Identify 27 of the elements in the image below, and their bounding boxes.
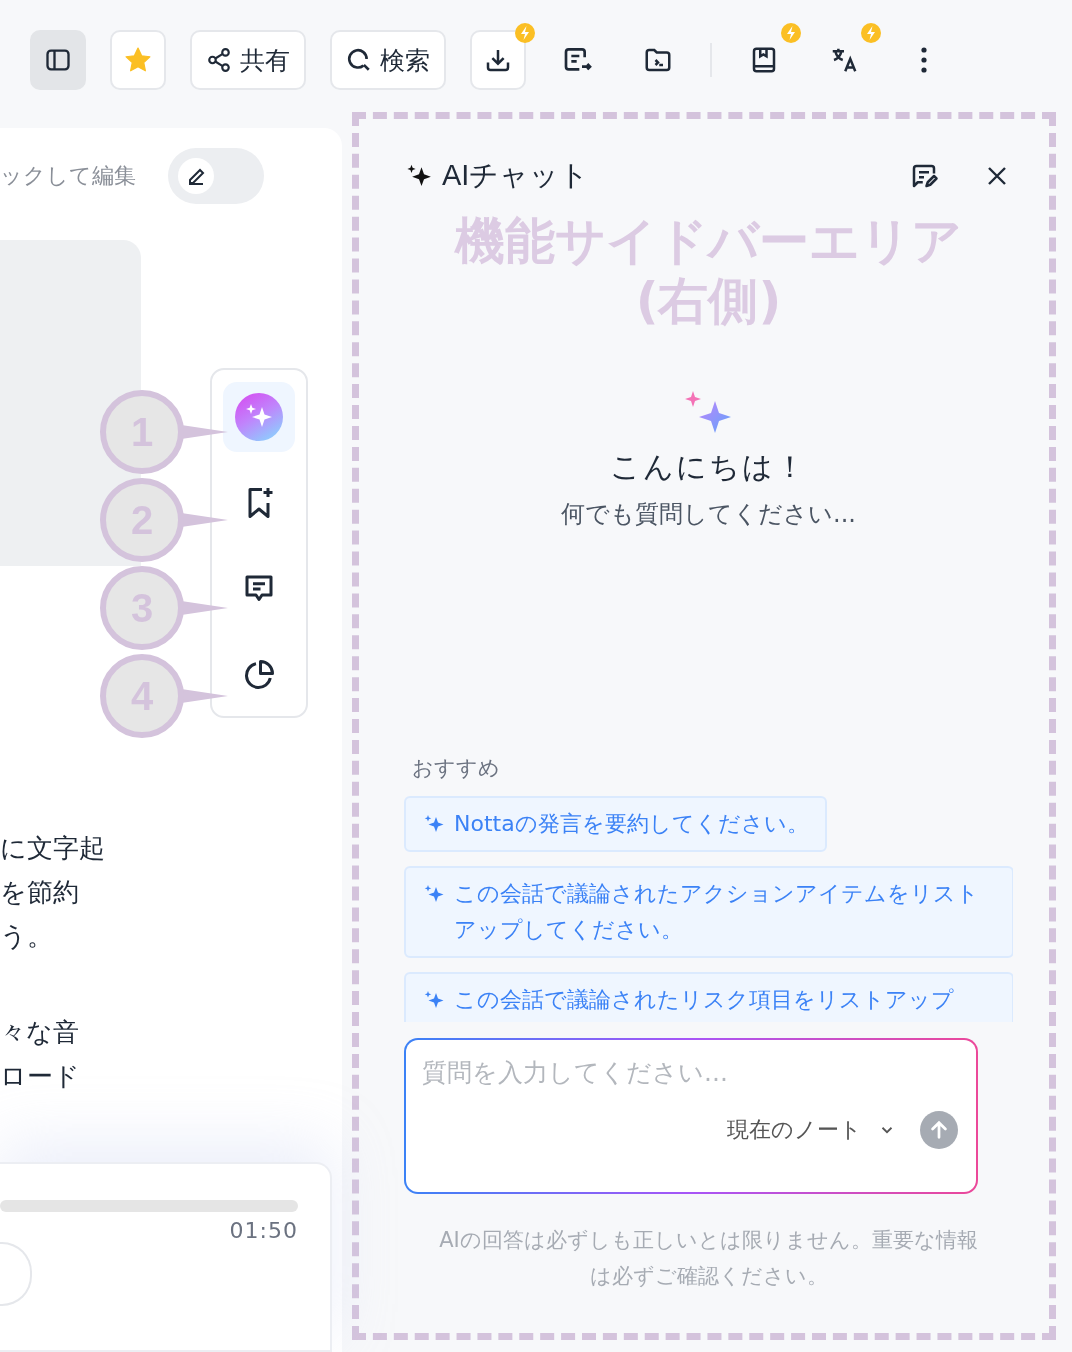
prompt-text: 何でも質問してください... [561, 499, 856, 530]
note-text-line: を節約 [0, 876, 79, 909]
greeting: こんにちは！ [610, 448, 807, 486]
scope-dropdown[interactable]: 現在のノート [727, 1115, 896, 1145]
duration-time: 01:50 [229, 1218, 298, 1243]
disclaimer: AIの回答は必ずしも正しいとは限りません。重要な情報は必ずご確認ください。 [438, 1227, 979, 1290]
edit-toggle[interactable] [168, 148, 264, 204]
arrow-up-icon [928, 1119, 950, 1141]
share-button[interactable]: 共有 [190, 30, 306, 90]
more-icon [920, 46, 928, 74]
question-field[interactable]: 質問を入力してください... 現在のノート [404, 1038, 978, 1194]
note-text-line: う。 [0, 920, 53, 953]
suggestions-label: おすすめ [412, 755, 500, 782]
search-icon [346, 47, 372, 73]
share-icon [206, 47, 232, 73]
star-button[interactable] [110, 30, 166, 90]
edit-hint: ックして編集 [0, 162, 136, 190]
note-text-line: に文字起 [0, 832, 105, 865]
download-button[interactable] [470, 30, 526, 90]
search-button[interactable]: 検索 [330, 30, 446, 90]
note-text-line: ロード [0, 1060, 80, 1093]
chat-title: AIチャット [442, 158, 591, 193]
panel-button[interactable] [30, 30, 86, 90]
pen-icon [178, 158, 214, 194]
note-text-line: 々な音 [0, 1016, 79, 1049]
sparkle-icon [235, 393, 283, 441]
ai-tool-button[interactable] [223, 382, 295, 452]
